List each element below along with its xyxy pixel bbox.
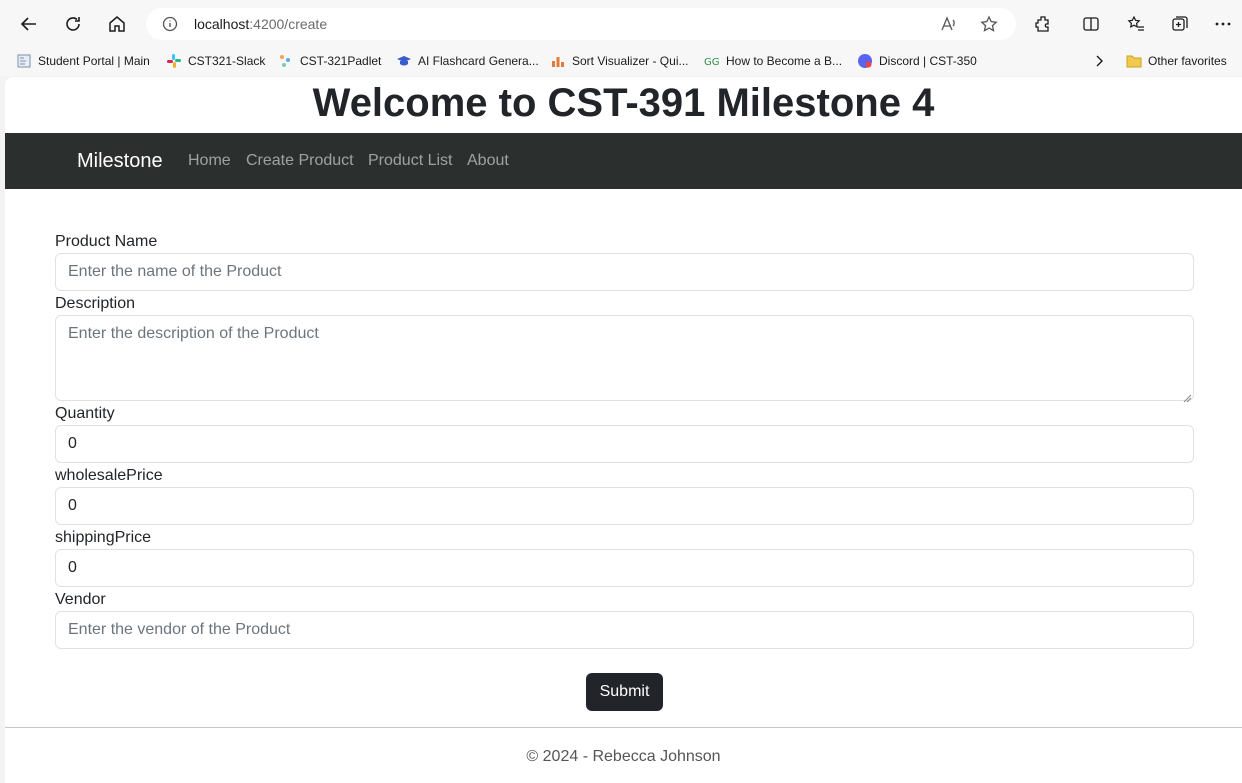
chevron-right-icon[interactable] xyxy=(1093,53,1107,69)
favorites-list-icon[interactable] xyxy=(1125,13,1147,35)
bar-chart-icon xyxy=(550,53,566,69)
padlet-icon xyxy=(278,53,294,69)
footer-divider xyxy=(5,727,1242,728)
collections-icon[interactable] xyxy=(1169,13,1191,35)
navbar: Milestone Home Create Product Product Li… xyxy=(5,133,1242,189)
bookmark-sort-visualizer[interactable]: Sort Visualizer - Qui... xyxy=(550,53,688,69)
product-name-label: Product Name xyxy=(55,233,158,250)
bookmark-padlet[interactable]: CST-321Padlet xyxy=(278,53,381,69)
page-content: Welcome to CST-391 Milestone 4 Milestone… xyxy=(5,77,1242,783)
folder-icon xyxy=(1126,53,1142,69)
bookmark-student-portal[interactable]: Student Portal | Main xyxy=(16,53,150,69)
shipping-price-label: shippingPrice xyxy=(55,529,152,546)
quantity-label: Quantity xyxy=(55,405,115,422)
graduation-cap-icon xyxy=(396,53,412,69)
read-aloud-icon[interactable] xyxy=(940,15,958,38)
back-arrow-icon[interactable] xyxy=(13,8,45,40)
more-options-icon[interactable] xyxy=(1212,13,1234,35)
favorite-star-icon[interactable] xyxy=(980,15,998,38)
bookmark-discord[interactable]: Discord | CST-350 xyxy=(857,53,977,69)
shipping-price-input[interactable]: 0 xyxy=(55,549,1194,587)
info-icon[interactable] xyxy=(162,16,178,37)
description-label: Description xyxy=(55,295,136,312)
browser-toolbar: localhost:4200/create xyxy=(0,0,1242,48)
address-bar[interactable]: localhost:4200/create xyxy=(146,8,1016,40)
resize-handle-icon[interactable] xyxy=(1183,390,1192,408)
footer-text: © 2024 - Rebecca Johnson xyxy=(526,748,721,765)
nav-link-create-product[interactable]: Create Product xyxy=(246,152,354,170)
navbar-brand[interactable]: Milestone xyxy=(77,150,163,173)
svg-text:GG: GG xyxy=(704,57,720,68)
vendor-label: Vendor xyxy=(55,591,106,608)
home-icon[interactable] xyxy=(101,8,133,40)
nav-link-about[interactable]: About xyxy=(467,152,509,170)
wholesale-price-input[interactable]: 0 xyxy=(55,487,1194,525)
geeksforgeeks-icon: GG xyxy=(704,53,720,69)
slack-icon xyxy=(166,53,182,69)
bookmark-geeksforgeeks[interactable]: GG How to Become a B... xyxy=(704,53,842,69)
page-title: Welcome to CST-391 Milestone 4 xyxy=(312,81,935,125)
wholesale-price-label: wholesalePrice xyxy=(55,467,163,484)
description-textarea[interactable]: Enter the description of the Product xyxy=(55,315,1194,401)
quantity-input[interactable]: 0 xyxy=(55,425,1194,463)
bookmark-ai-flashcard[interactable]: AI Flashcard Genera... xyxy=(396,53,539,69)
submit-button[interactable]: Submit xyxy=(586,673,663,711)
refresh-icon[interactable] xyxy=(57,8,89,40)
bookmark-slack[interactable]: CST321-Slack xyxy=(166,53,265,69)
portal-icon xyxy=(16,53,32,69)
vendor-input[interactable]: Enter the vendor of the Product xyxy=(55,611,1194,649)
split-screen-icon[interactable] xyxy=(1080,13,1102,35)
extensions-icon[interactable] xyxy=(1032,13,1054,35)
nav-link-product-list[interactable]: Product List xyxy=(368,152,452,170)
bookmark-other-favorites[interactable]: Other favorites xyxy=(1126,53,1227,69)
product-name-input[interactable]: Enter the name of the Product xyxy=(55,253,1194,291)
url-text: localhost:4200/create xyxy=(194,16,328,32)
bookmarks-bar: Student Portal | Main CST321-Slack CST-3… xyxy=(0,48,1242,76)
discord-icon xyxy=(857,53,873,69)
nav-link-home[interactable]: Home xyxy=(188,152,231,170)
